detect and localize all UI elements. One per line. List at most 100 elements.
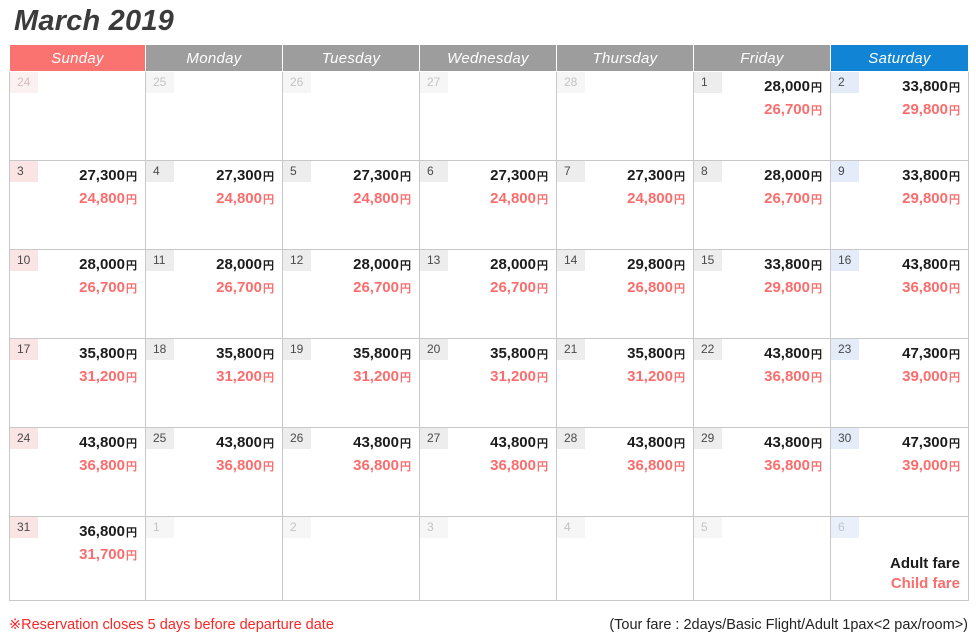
calendar-week-row: 10 28,000円 26,700円 11 28,000円 26,700円 12 28,000… xyxy=(9,249,969,339)
yen-symbol: 円 xyxy=(400,283,411,295)
calendar-day-cell[interactable]: 23 47,300円 39,000円 xyxy=(830,338,969,428)
day-number: 26 xyxy=(283,72,311,93)
fare-group: 43,800円 36,800円 xyxy=(764,343,822,389)
calendar-day-cell[interactable]: 24 43,800円 36,800円 xyxy=(9,427,146,517)
fare-group: 28,000円 26,700円 xyxy=(490,254,548,300)
yen-symbol: 円 xyxy=(400,171,411,183)
day-number: 26 xyxy=(283,428,311,449)
day-number: 28 xyxy=(557,72,585,93)
adult-fare-value: 27,300 xyxy=(627,167,673,184)
child-fare: 26,800円 xyxy=(627,277,685,300)
adult-fare: 43,800円 xyxy=(764,343,822,366)
child-fare-value: 36,800 xyxy=(490,457,536,474)
calendar-day-cell[interactable]: 30 47,300円 39,000円 xyxy=(830,427,969,517)
yen-symbol: 円 xyxy=(811,438,822,450)
adult-fare-value: 35,800 xyxy=(353,345,399,362)
fare-group: 35,800円 31,200円 xyxy=(490,343,548,389)
calendar-day-cell[interactable]: 9 33,800円 29,800円 xyxy=(830,160,969,250)
fare-group: 27,300円 24,800円 xyxy=(216,165,274,211)
day-number: 14 xyxy=(557,250,585,271)
calendar-day-cell[interactable]: 14 29,800円 26,800円 xyxy=(556,249,694,339)
calendar-day-cell[interactable]: 31 36,800円 31,700円 xyxy=(9,516,146,601)
child-fare-value: 24,800 xyxy=(353,190,399,207)
child-fare: 31,700円 xyxy=(79,544,137,567)
yen-symbol: 円 xyxy=(949,194,960,206)
adult-fare-value: 43,800 xyxy=(764,345,810,362)
adult-fare-value: 28,000 xyxy=(764,78,810,95)
yen-symbol: 円 xyxy=(263,461,274,473)
calendar-day-cell[interactable]: 29 43,800円 36,800円 xyxy=(693,427,831,517)
day-number: 24 xyxy=(10,428,38,449)
calendar-day-cell[interactable]: 17 35,800円 31,200円 xyxy=(9,338,146,428)
calendar-day-cell[interactable]: 4 27,300円 24,800円 xyxy=(145,160,283,250)
child-fare: 26,700円 xyxy=(764,188,822,211)
yen-symbol: 円 xyxy=(811,283,822,295)
child-fare-value: 36,800 xyxy=(627,457,673,474)
weekday-header-monday: Monday xyxy=(145,44,283,72)
calendar-day-cell[interactable]: 12 28,000円 26,700円 xyxy=(282,249,420,339)
calendar-day-cell[interactable]: 21 35,800円 31,200円 xyxy=(556,338,694,428)
day-number: 27 xyxy=(420,428,448,449)
calendar-day-cell[interactable]: 1 28,000円 26,700円 xyxy=(693,71,831,161)
calendar-day-cell[interactable]: 5 27,300円 24,800円 xyxy=(282,160,420,250)
calendar-day-cell[interactable]: 20 35,800円 31,200円 xyxy=(419,338,557,428)
child-fare: 26,700円 xyxy=(490,277,548,300)
adult-fare: 33,800円 xyxy=(902,76,960,99)
fare-group: 35,800円 31,200円 xyxy=(627,343,685,389)
fare-group: 28,000円 26,700円 xyxy=(79,254,137,300)
adult-fare: 33,800円 xyxy=(764,254,822,277)
fare-group: 35,800円 31,200円 xyxy=(79,343,137,389)
calendar-day-cell[interactable]: 16 43,800円 36,800円 xyxy=(830,249,969,339)
weekday-header-sunday: Sunday xyxy=(9,44,146,72)
yen-symbol: 円 xyxy=(126,260,137,272)
calendar-day-cell[interactable]: 27 43,800円 36,800円 xyxy=(419,427,557,517)
yen-symbol: 円 xyxy=(400,438,411,450)
calendar-day-cell[interactable]: 8 28,000円 26,700円 xyxy=(693,160,831,250)
child-fare: 31,200円 xyxy=(353,366,411,389)
yen-symbol: 円 xyxy=(674,260,685,272)
adult-fare: 36,800円 xyxy=(79,521,137,544)
adult-fare: 47,300円 xyxy=(902,432,960,455)
day-number: 2 xyxy=(283,517,311,538)
calendar-day-cell-inactive: 26 xyxy=(282,71,420,161)
day-number: 6 xyxy=(831,517,859,538)
adult-fare-value: 28,000 xyxy=(490,256,536,273)
calendar-day-cell[interactable]: 2 33,800円 29,800円 xyxy=(830,71,969,161)
yen-symbol: 円 xyxy=(263,260,274,272)
calendar-day-cell[interactable]: 6 27,300円 24,800円 xyxy=(419,160,557,250)
calendar-day-cell[interactable]: 15 33,800円 29,800円 xyxy=(693,249,831,339)
child-fare-value: 36,800 xyxy=(216,457,262,474)
calendar-day-cell[interactable]: 28 43,800円 36,800円 xyxy=(556,427,694,517)
calendar-day-cell[interactable]: 26 43,800円 36,800円 xyxy=(282,427,420,517)
calendar-day-cell[interactable]: 22 43,800円 36,800円 xyxy=(693,338,831,428)
yen-symbol: 円 xyxy=(400,194,411,206)
fare-group: 27,300円 24,800円 xyxy=(353,165,411,211)
child-fare-value: 29,800 xyxy=(902,190,948,207)
adult-fare-value: 35,800 xyxy=(216,345,262,362)
fare-group: 35,800円 31,200円 xyxy=(216,343,274,389)
calendar-day-cell[interactable]: 25 43,800円 36,800円 xyxy=(145,427,283,517)
child-fare-value: 31,200 xyxy=(627,368,673,385)
child-fare: 31,200円 xyxy=(79,366,137,389)
fare-group: 43,800円 36,800円 xyxy=(353,432,411,478)
calendar-day-cell[interactable]: 11 28,000円 26,700円 xyxy=(145,249,283,339)
calendar-day-cell[interactable]: 10 28,000円 26,700円 xyxy=(9,249,146,339)
day-number: 17 xyxy=(10,339,38,360)
calendar-day-cell[interactable]: 13 28,000円 26,700円 xyxy=(419,249,557,339)
calendar-day-cell[interactable]: 3 27,300円 24,800円 xyxy=(9,160,146,250)
yen-symbol: 円 xyxy=(537,461,548,473)
calendar-day-cell[interactable]: 19 35,800円 31,200円 xyxy=(282,338,420,428)
child-fare-value: 31,200 xyxy=(490,368,536,385)
yen-symbol: 円 xyxy=(400,372,411,384)
child-fare: 29,800円 xyxy=(902,99,960,122)
adult-fare: 43,800円 xyxy=(353,432,411,455)
calendar-day-cell[interactable]: 7 27,300円 24,800円 xyxy=(556,160,694,250)
adult-fare: 28,000円 xyxy=(764,76,822,99)
adult-fare: 35,800円 xyxy=(216,343,274,366)
adult-fare: 35,800円 xyxy=(627,343,685,366)
yen-symbol: 円 xyxy=(263,349,274,361)
calendar-day-cell[interactable]: 18 35,800円 31,200円 xyxy=(145,338,283,428)
child-fare: 31,200円 xyxy=(490,366,548,389)
yen-symbol: 円 xyxy=(126,438,137,450)
fare-group: 33,800円 29,800円 xyxy=(902,165,960,211)
